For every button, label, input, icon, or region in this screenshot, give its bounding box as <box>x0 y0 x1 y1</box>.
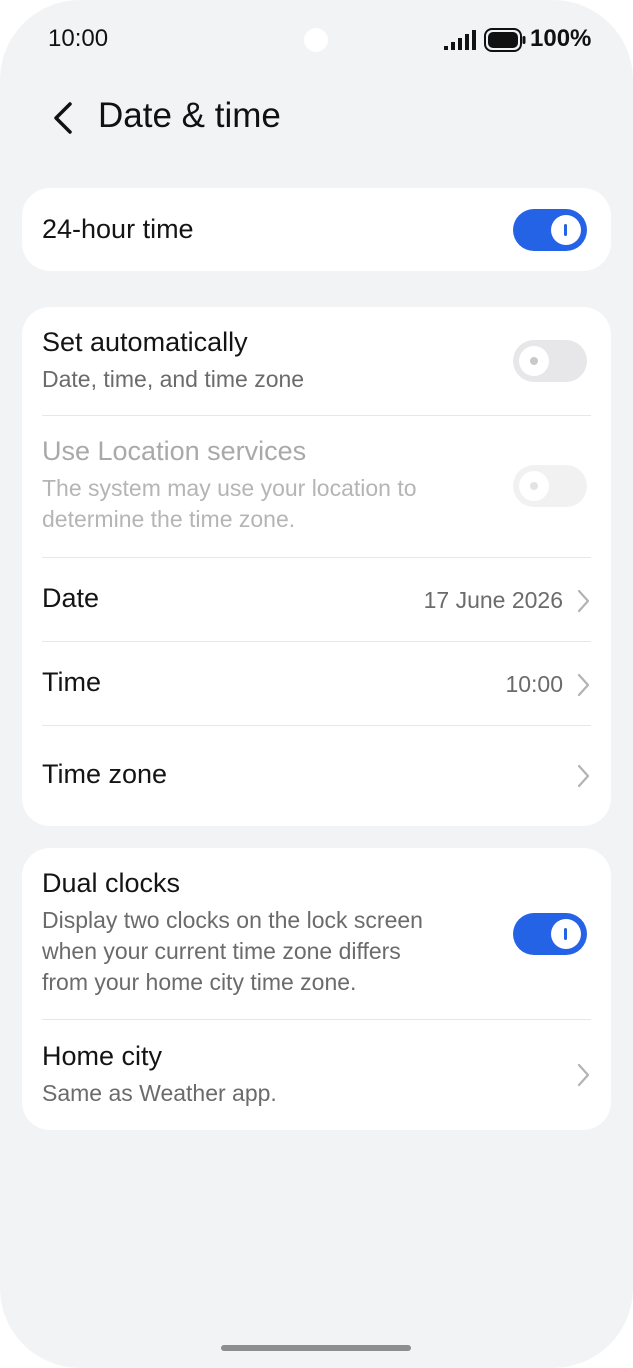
setting-label: Time zone <box>42 759 168 789</box>
card-24-hour: 24-hour time <box>22 188 611 271</box>
chevron-right-icon <box>577 764 590 788</box>
setting-24-hour-time[interactable]: 24-hour time <box>42 209 591 251</box>
time-value: 10:00 <box>505 671 563 697</box>
setting-description: Display two clocks on the lock screen wh… <box>42 905 591 998</box>
setting-time-zone[interactable]: Time zone <box>42 759 591 793</box>
status-bar: 10:00 100% <box>0 0 633 80</box>
toggle-knob <box>519 346 549 376</box>
setting-dual-clocks[interactable]: Dual clocks Display two clocks on the lo… <box>42 868 591 1008</box>
back-arrow-icon[interactable] <box>46 98 82 138</box>
divider <box>42 415 591 416</box>
date-value: 17 June 2026 <box>423 587 563 613</box>
divider <box>42 557 591 558</box>
setting-date[interactable]: Date 17 June 2026 <box>42 583 591 617</box>
setting-description: Same as Weather app. <box>42 1080 277 1106</box>
setting-description: The system may use your location to dete… <box>42 473 591 535</box>
signal-icon <box>444 30 476 50</box>
battery-percentage: 100% <box>530 25 592 52</box>
divider <box>42 1019 591 1020</box>
description-line: determine the time zone. <box>42 506 296 532</box>
divider <box>42 725 591 726</box>
description-line: when your current time zone differs <box>42 938 401 964</box>
chevron-right-icon <box>577 1063 590 1087</box>
set-automatically-toggle[interactable] <box>513 340 587 382</box>
home-indicator[interactable] <box>221 1345 411 1351</box>
page-title: Date & time <box>98 96 281 135</box>
camera-cutout <box>304 28 328 52</box>
setting-label: Use Location services <box>42 436 307 466</box>
setting-label: Set automatically <box>42 327 248 357</box>
phone-screen: 10:00 100% Date & time 24-hour time Set … <box>0 0 633 1368</box>
toggle-knob <box>519 471 549 501</box>
divider <box>42 641 591 642</box>
card-dual-clocks: Dual clocks Display two clocks on the lo… <box>22 848 611 1130</box>
status-time: 10:00 <box>48 25 109 52</box>
setting-use-location-services: Use Location services The system may use… <box>42 436 591 540</box>
setting-set-automatically[interactable]: Set automatically Date, time, and time z… <box>42 327 591 407</box>
setting-label: Dual clocks <box>42 868 181 898</box>
description-line: from your home city time zone. <box>42 969 357 995</box>
dual-clocks-toggle[interactable] <box>513 913 587 955</box>
battery-icon <box>484 28 526 52</box>
app-bar: Date & time <box>0 88 633 148</box>
card-date-time: Set automatically Date, time, and time z… <box>22 307 611 826</box>
setting-home-city[interactable]: Home city Same as Weather app. <box>42 1041 591 1117</box>
chevron-right-icon <box>577 673 590 697</box>
description-line: Display two clocks on the lock screen <box>42 907 423 933</box>
setting-label: 24-hour time <box>42 214 194 244</box>
description-line: The system may use your location to <box>42 475 417 501</box>
setting-time[interactable]: Time 10:00 <box>42 667 591 701</box>
24-hour-toggle[interactable] <box>513 209 587 251</box>
setting-label: Home city <box>42 1041 163 1071</box>
chevron-right-icon <box>577 589 590 613</box>
setting-description: Date, time, and time zone <box>42 366 305 392</box>
toggle-knob <box>551 215 581 245</box>
location-services-toggle <box>513 465 587 507</box>
toggle-knob <box>551 919 581 949</box>
